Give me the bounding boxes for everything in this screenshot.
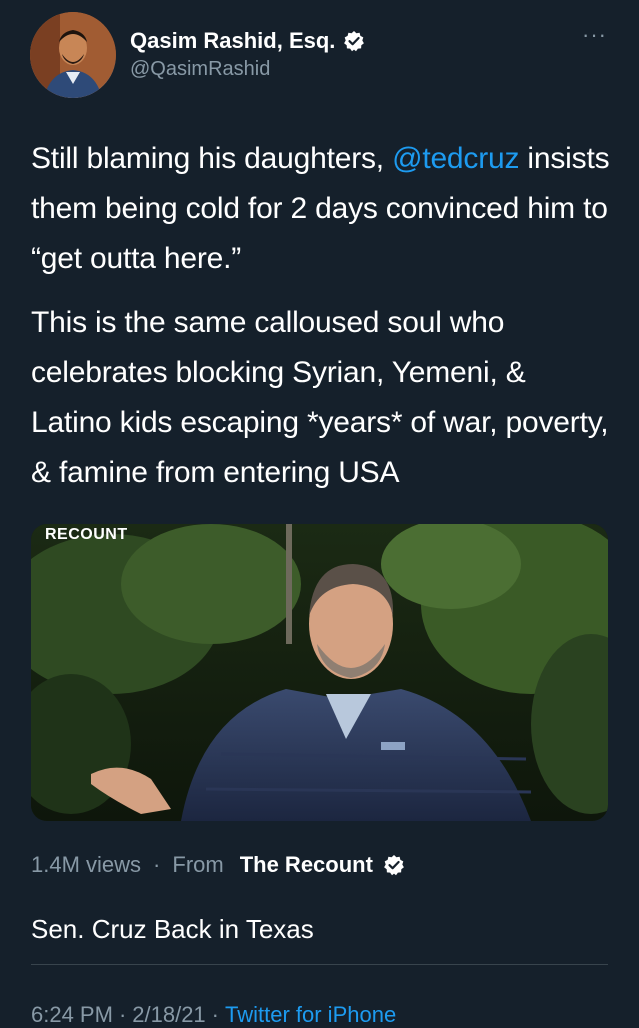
from-label: From [172, 852, 224, 877]
video-watermark: RECOUNT [45, 526, 128, 543]
author-name-row[interactable]: Qasim Rashid, Esq. [130, 28, 365, 54]
divider [31, 964, 608, 965]
mention-link[interactable]: @tedcruz [392, 142, 519, 175]
timestamp-row: 6:24 PM · 2/18/21 · Twitter for iPhone [31, 1002, 396, 1028]
tweet-text: Still blaming his daughters, @tedcruz in… [31, 134, 611, 498]
source-account-link[interactable]: The Recount [240, 852, 373, 878]
author-display-name[interactable]: Qasim Rashid, Esq. [130, 28, 335, 54]
tweet-date[interactable]: 2/18/21 [132, 1002, 205, 1028]
author-handle[interactable]: @QasimRashid [130, 58, 270, 81]
paragraph-1-before: Still blaming his daughters, [31, 142, 393, 175]
stats-separator: · [153, 852, 161, 877]
verified-badge-icon [343, 30, 365, 52]
timestamp-separator-1: · [118, 1002, 127, 1027]
video-stats-row: 1.4M views · From The Recount [31, 852, 405, 878]
author-avatar[interactable] [30, 12, 116, 98]
source-verified-badge-icon [383, 854, 405, 876]
more-options-icon[interactable]: ··· [582, 22, 607, 48]
video-title: Sen. Cruz Back in Texas [31, 914, 314, 944]
view-count: 1.4M views [31, 852, 142, 877]
video-media[interactable]: RECOUNT [31, 524, 608, 821]
tweet-time[interactable]: 6:24 PM [31, 1002, 113, 1028]
timestamp-separator-2: · [211, 1002, 219, 1027]
tweet-paragraph-1: Still blaming his daughters, @tedcruz in… [31, 134, 611, 284]
tweet-header: Qasim Rashid, Esq. @QasimRashid ··· [0, 0, 639, 100]
avatar-portrait [30, 12, 116, 98]
client-link[interactable]: Twitter for iPhone [225, 1002, 396, 1028]
video-thumbnail [31, 524, 608, 821]
tweet-paragraph-2: This is the same calloused soul who cele… [31, 306, 609, 489]
